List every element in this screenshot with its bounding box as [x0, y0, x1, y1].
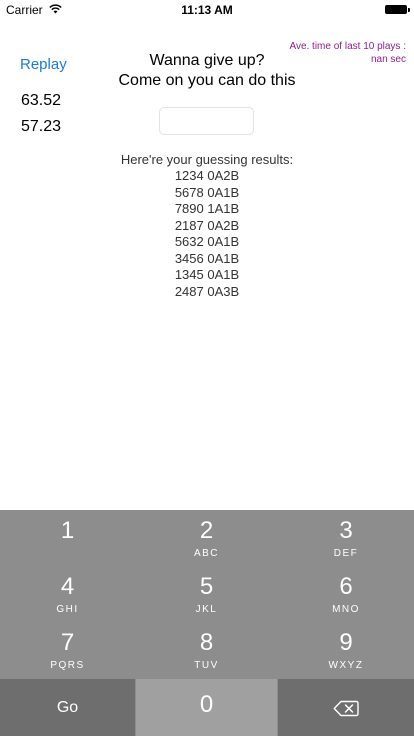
result-item: 5632 0A1B [174, 234, 240, 249]
key-7[interactable]: 7 PQRS [0, 622, 135, 678]
key-8[interactable]: 8 TUV [136, 622, 277, 678]
result-item: 7890 1A1B [174, 201, 240, 216]
key-number: 6 [339, 573, 353, 600]
key-letters: MNO [332, 604, 360, 615]
battery-icon [385, 5, 410, 14]
key-letters: GHI [56, 604, 79, 615]
key-number: 2 [199, 517, 214, 544]
key-letters: WXYZ [328, 660, 364, 671]
prompt-line-2: Come on you can do this [118, 72, 296, 89]
key-letters: DEF [333, 548, 359, 559]
number-keypad: 1 2 ABC 3 DEF 4 GHI 5 JKL 6 MNO 7 PQRS 8… [0, 510, 414, 736]
key-number: 4 [60, 573, 75, 600]
results-title: Here're your guessing results: [120, 152, 294, 167]
key-5[interactable]: 5 JKL [136, 566, 277, 622]
key-number: 3 [339, 517, 353, 544]
go-button[interactable]: Go [0, 679, 135, 736]
key-4[interactable]: 4 GHI [0, 566, 135, 622]
go-label: Go [56, 699, 79, 716]
key-letters: PQRS [50, 660, 85, 671]
key-number: 7 [60, 629, 75, 656]
key-number: 8 [199, 629, 214, 656]
status-time: 11:13 AM [181, 3, 233, 17]
backspace-icon [333, 700, 359, 717]
key-number: 9 [339, 629, 353, 656]
key-2[interactable]: 2 ABC [136, 510, 277, 566]
time-item: 63.52 [21, 92, 62, 109]
result-item: 1234 0A2B [174, 168, 240, 183]
key-letters: JKL [195, 604, 218, 615]
time-list: 63.52 57.23 [21, 88, 61, 140]
guess-input[interactable] [159, 107, 254, 135]
result-item: 1345 0A1B [174, 267, 240, 282]
key-9[interactable]: 9 WXYZ [278, 622, 414, 678]
result-item: 2187 0A2B [174, 217, 240, 233]
key-3[interactable]: 3 DEF [278, 510, 414, 566]
key-1[interactable]: 1 [0, 510, 135, 566]
key-number: 5 [199, 573, 214, 600]
key-number: 0 [199, 691, 214, 718]
key-letters: TUV [194, 660, 219, 671]
backspace-button[interactable] [278, 679, 414, 736]
prompt-line-1: Wanna give up? [149, 52, 265, 69]
key-0[interactable]: 0 [136, 679, 277, 736]
time-item: 57.23 [21, 118, 62, 135]
result-item: 5678 0A1B [174, 184, 240, 200]
key-letters: ABC [193, 548, 220, 559]
result-item: 2487 0A3B [174, 283, 240, 299]
status-bar: Carrier 11:13 AM [0, 0, 414, 20]
key-number: 1 [60, 517, 75, 544]
results-list: 1234 0A2B 5678 0A1B 7890 1A1B 2187 0A2B … [0, 168, 414, 300]
result-item: 3456 0A1B [174, 250, 240, 266]
key-6[interactable]: 6 MNO [278, 566, 414, 622]
